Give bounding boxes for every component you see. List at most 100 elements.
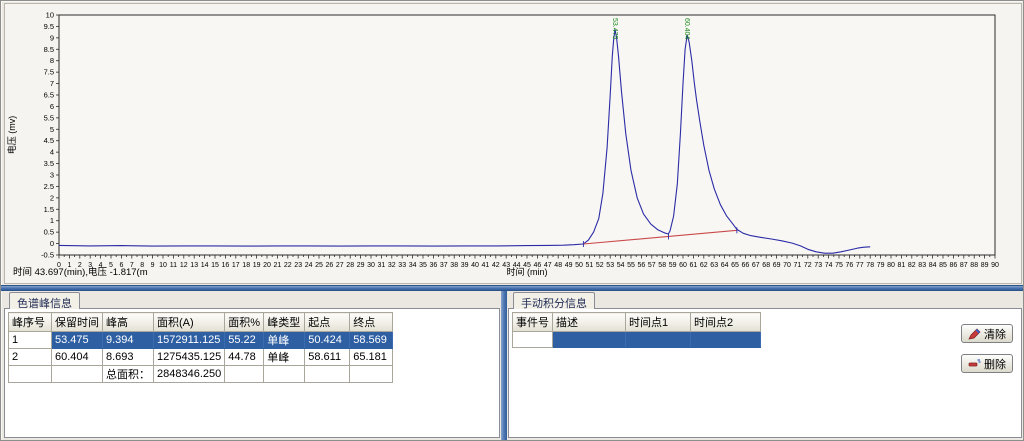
x-tick-label: 66 — [742, 262, 750, 269]
x-tick-label: 72 — [804, 262, 812, 269]
x-tick-label: 58 — [658, 262, 666, 269]
table-row[interactable]: 总面积： 2848346.250 — [8, 365, 394, 383]
x-tick-label: 15 — [211, 262, 219, 269]
table-cell[interactable]: 44.78 — [224, 348, 265, 366]
column-header[interactable]: 面积% — [224, 312, 265, 332]
peak-table[interactable]: 峰序号 保留时间 峰高 面积(A) 面积% 峰类型 起点 终点 1 53.475 9.394 1572… — [8, 312, 394, 383]
table-cell[interactable]: 1275435.125 — [152, 348, 226, 366]
table-cell[interactable] — [304, 365, 351, 383]
chromatogram-chart[interactable]: 0 1 2 3 4 5 6 7 8 9 10 11 12 13 14 15 16 17 18 19 20 21 22 23 24… — [5, 4, 1021, 283]
table-cell[interactable]: 55.22 — [224, 331, 265, 349]
table-cell[interactable] — [625, 331, 691, 348]
x-tick-label: 89 — [981, 262, 989, 269]
x-tick-label: 29 — [357, 262, 365, 269]
x-tick-label: 28 — [346, 262, 354, 269]
x-tick-label: 69 — [773, 262, 781, 269]
y-tick-label: 7 — [50, 79, 54, 88]
table-cell[interactable]: 60.404 — [51, 348, 103, 366]
column-header[interactable]: 保留时间 — [51, 312, 103, 332]
x-tick-label: 9 — [151, 262, 155, 269]
column-header[interactable]: 时间点1 — [625, 312, 691, 332]
table-cell[interactable]: 53.475 — [51, 331, 103, 349]
tab-peak-info[interactable]: 色谱峰信息 — [9, 292, 80, 310]
x-tick-label: 77 — [856, 262, 864, 269]
horizontal-splitter[interactable] — [1, 285, 1023, 291]
x-tick-label: 63 — [710, 262, 718, 269]
x-tick-label: 23 — [294, 262, 302, 269]
table-cell[interactable]: 2848346.250 — [152, 365, 226, 383]
table-cell[interactable] — [690, 331, 761, 348]
chromatogram-panel: 0 1 2 3 4 5 6 7 8 9 10 11 12 13 14 15 16 17 18 19 20 21 22 23 24… — [4, 3, 1022, 284]
clear-button-label: 清除 — [984, 328, 1006, 341]
y-tick-label: 6 — [50, 102, 54, 111]
table-cell[interactable]: 单峰 — [263, 348, 306, 366]
table-row[interactable] — [512, 331, 761, 348]
table-row[interactable]: 2 60.404 8.693 1275435.125 44.78 单峰 58.611 65.1… — [8, 348, 394, 366]
column-header[interactable]: 时间点2 — [690, 312, 761, 332]
table-cell[interactable] — [263, 365, 306, 383]
plot-area[interactable] — [58, 14, 996, 256]
table-cell[interactable] — [224, 365, 265, 383]
table-cell[interactable]: 58.569 — [349, 331, 394, 349]
x-tick-label: 11 — [170, 262, 177, 269]
y-tick-label: 1 — [50, 216, 54, 225]
x-tick-label: 25 — [315, 262, 323, 269]
x-tick-label: 86 — [950, 262, 958, 269]
x-tick-label: 18 — [242, 262, 250, 269]
x-tick-label: 90 — [991, 262, 999, 269]
peak-retention-label: 53.475 — [611, 18, 618, 40]
x-tick-label: 82 — [908, 262, 916, 269]
x-tick-label: 14 — [201, 262, 209, 269]
y-tick-label: 5.5 — [44, 113, 54, 122]
delete-button[interactable]: 删除 — [961, 354, 1013, 373]
x-tick-label: 32 — [388, 262, 396, 269]
x-tick-label: 87 — [960, 262, 968, 269]
vertical-splitter[interactable] — [501, 291, 507, 440]
x-tick-label: 75 — [835, 262, 843, 269]
manual-integration-table[interactable]: 事件号 描述 时间点1 时间点2 — [512, 312, 761, 348]
x-tick-label: 49 — [565, 262, 573, 269]
column-header[interactable]: 峰类型 — [263, 312, 306, 332]
clear-button[interactable]: 清除 — [961, 324, 1013, 343]
x-tick-label: 84 — [929, 262, 937, 269]
column-header[interactable]: 面积(A) — [152, 312, 226, 332]
table-cell[interactable] — [51, 365, 103, 383]
table-cell[interactable]: 9.394 — [102, 331, 154, 349]
column-header[interactable]: 峰序号 — [8, 312, 52, 332]
x-tick-label: 80 — [887, 262, 895, 269]
peak-info-body: 峰序号 保留时间 峰高 面积(A) 面积% 峰类型 起点 终点 1 53.475 9.394 1572… — [4, 308, 500, 438]
x-tick-label: 17 — [232, 262, 240, 269]
table-cell[interactable]: 总面积： — [102, 365, 154, 383]
x-tick-label: 37 — [440, 262, 448, 269]
x-tick-label: 42 — [492, 262, 500, 269]
table-cell[interactable] — [552, 331, 626, 348]
table-cell[interactable] — [512, 331, 553, 348]
x-tick-label: 55 — [627, 262, 635, 269]
manual-integration-body: 事件号 描述 时间点1 时间点2 清除 删除 — [508, 308, 1022, 438]
table-cell[interactable]: 单峰 — [263, 331, 306, 349]
column-header[interactable]: 描述 — [552, 312, 626, 332]
table-row[interactable]: 1 53.475 9.394 1572911.125 55.22 单峰 50.424 58.5… — [8, 331, 394, 349]
table-cell[interactable]: 58.611 — [304, 348, 351, 366]
column-header[interactable]: 终点 — [349, 312, 394, 332]
y-tick-label: -0.5 — [41, 251, 54, 260]
table-cell[interactable]: 65.181 — [349, 348, 394, 366]
y-tick-label: 6.5 — [44, 91, 54, 100]
table-cell[interactable]: 1572911.125 — [152, 331, 226, 349]
x-tick-label: 85 — [939, 262, 947, 269]
column-header[interactable]: 起点 — [304, 312, 351, 332]
table-cell[interactable] — [8, 365, 52, 383]
x-tick-label: 36 — [430, 262, 438, 269]
app-window: 0 1 2 3 4 5 6 7 8 9 10 11 12 13 14 15 16 17 18 19 20 21 22 23 24… — [0, 0, 1024, 441]
column-header[interactable]: 事件号 — [512, 312, 553, 332]
x-tick-label: 10 — [159, 262, 167, 269]
table-cell[interactable]: 1 — [8, 331, 52, 349]
table-cell[interactable]: 2 — [8, 348, 52, 366]
table-cell[interactable] — [349, 365, 394, 383]
column-header[interactable]: 峰高 — [102, 312, 154, 332]
table-cell[interactable]: 50.424 — [304, 331, 351, 349]
table-cell[interactable]: 8.693 — [102, 348, 154, 366]
tab-manual-integration[interactable]: 手动积分信息 — [513, 292, 595, 310]
x-tick-label: 83 — [918, 262, 926, 269]
x-tick-label: 76 — [846, 262, 854, 269]
